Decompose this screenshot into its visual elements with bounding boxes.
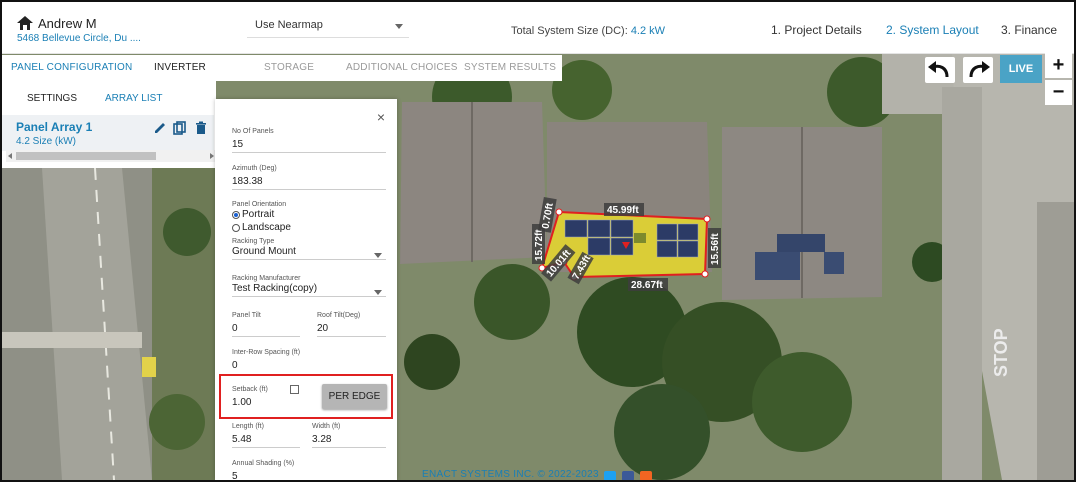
racking-type-select[interactable]: Ground Mount bbox=[232, 246, 386, 260]
undo-button[interactable] bbox=[925, 57, 955, 83]
azimuth-input[interactable]: 183.38 bbox=[232, 176, 386, 190]
step-finance[interactable]: 3. Finance bbox=[1001, 23, 1057, 37]
dim-label-top: 45.99ft bbox=[607, 205, 639, 216]
chevron-down-icon bbox=[395, 24, 403, 29]
tab-inverter[interactable]: INVERTER bbox=[154, 62, 206, 73]
project-address[interactable]: 5468 Bellevue Circle, Du .... bbox=[17, 33, 141, 44]
dim-label-right: 15.56ft bbox=[710, 233, 721, 265]
step-system-layout[interactable]: 2. System Layout bbox=[886, 23, 979, 37]
tab-panel-configuration[interactable]: PANEL CONFIGURATION bbox=[11, 62, 132, 73]
facebook-icon[interactable] bbox=[622, 471, 634, 480]
racking-manufacturer-select[interactable]: Test Racking(copy) bbox=[232, 283, 386, 297]
undo-icon bbox=[928, 61, 949, 78]
rss-icon[interactable] bbox=[640, 471, 652, 480]
length-label: Length (ft) bbox=[232, 423, 264, 430]
landscape-label: Landscape bbox=[242, 222, 291, 233]
subtab-array-list[interactable]: ARRAY LIST bbox=[105, 93, 162, 104]
close-icon[interactable]: × bbox=[377, 109, 385, 125]
setback-highlight-box bbox=[219, 374, 393, 419]
edit-icon[interactable] bbox=[153, 121, 167, 135]
inter-row-spacing-field[interactable]: Inter-Row Spacing (ft) 0 bbox=[232, 349, 386, 373]
panel-tilt-input[interactable]: 0 bbox=[232, 323, 300, 337]
orientation-label: Panel Orientation bbox=[232, 201, 287, 208]
annual-shading-input[interactable]: 5 bbox=[232, 471, 386, 480]
chevron-down-icon bbox=[374, 290, 382, 295]
copy-icon[interactable] bbox=[173, 121, 187, 135]
delete-icon[interactable] bbox=[194, 121, 208, 135]
chevron-down-icon bbox=[374, 253, 382, 258]
width-label: Width (ft) bbox=[312, 423, 341, 430]
step-project-details[interactable]: 1. Project Details bbox=[771, 23, 862, 37]
config-tabs: PANEL CONFIGURATION INVERTER STORAGE ADD… bbox=[2, 55, 562, 81]
scroll-right-icon[interactable] bbox=[210, 153, 214, 159]
racking-manufacturer-field[interactable]: Racking Manufacturer Test Racking(copy) bbox=[232, 275, 386, 297]
panel-tilt-label: Panel Tilt bbox=[232, 312, 261, 319]
system-size: Total System Size (DC): 4.2 kW bbox=[511, 25, 665, 37]
map-source-select[interactable]: Use Nearmap bbox=[247, 14, 409, 38]
array-list-panel: SETTINGS ARRAY LIST Panel Array 1 4.2 Si… bbox=[2, 81, 216, 168]
no-of-panels-input[interactable]: 15 bbox=[232, 139, 386, 153]
width-input[interactable]: 3.28 bbox=[312, 434, 386, 448]
width-field[interactable]: Width (ft) 3.28 bbox=[312, 423, 386, 448]
radio-checked-icon bbox=[232, 210, 240, 219]
footer-copyright: ENACT SYSTEMS INC. © 2022-2023 bbox=[422, 469, 599, 480]
azimuth-field[interactable]: Azimuth (Deg) 183.38 bbox=[232, 165, 386, 190]
user-name: Andrew M bbox=[38, 16, 97, 31]
roof-tilt-input[interactable]: 20 bbox=[317, 323, 386, 337]
annual-shading-field[interactable]: Annual Shading (%) 5 bbox=[232, 460, 386, 480]
tab-additional-choices[interactable]: ADDITIONAL CHOICES bbox=[346, 62, 458, 73]
radio-unchecked-icon bbox=[232, 223, 240, 232]
tab-storage[interactable]: STORAGE bbox=[264, 62, 314, 73]
racking-type-label: Racking Type bbox=[232, 238, 275, 245]
no-of-panels-field[interactable]: No Of Panels 15 bbox=[232, 128, 386, 153]
system-size-value: 4.2 kW bbox=[630, 25, 666, 37]
length-input[interactable]: 5.48 bbox=[232, 434, 300, 448]
app-window: STOP 45.99ft 28.67ft 15.56ft 15.72ft 10.… bbox=[0, 0, 1076, 482]
orientation-field: Panel Orientation Portrait Landscape bbox=[232, 201, 386, 234]
redo-button[interactable] bbox=[963, 57, 993, 83]
tab-system-results[interactable]: SYSTEM RESULTS bbox=[464, 62, 556, 73]
zoom-out-button[interactable]: − bbox=[1045, 80, 1072, 105]
top-header: Andrew M 5468 Bellevue Circle, Du .... U… bbox=[2, 2, 1074, 54]
array-list-item[interactable]: Panel Array 1 4.2 Size (kW) bbox=[2, 115, 214, 151]
array-size: 4.2 Size (kW) bbox=[16, 136, 77, 147]
road-stop-text: STOP bbox=[991, 328, 1011, 377]
live-button[interactable]: LIVE bbox=[1000, 55, 1042, 83]
annual-shading-label: Annual Shading (%) bbox=[232, 460, 295, 467]
length-field[interactable]: Length (ft) 5.48 bbox=[232, 423, 300, 448]
panel-tilt-field[interactable]: Panel Tilt 0 bbox=[232, 312, 300, 337]
inter-row-spacing-input[interactable]: 0 bbox=[232, 360, 386, 373]
dim-label-left: 15.72ft bbox=[534, 229, 545, 261]
racking-manufacturer-label: Racking Manufacturer bbox=[232, 275, 301, 282]
no-of-panels-label: No Of Panels bbox=[232, 128, 274, 135]
horizontal-scrollbar[interactable] bbox=[6, 150, 216, 162]
scroll-left-icon[interactable] bbox=[8, 153, 12, 159]
roof-tilt-label: Roof Tilt(Deg) bbox=[317, 312, 361, 319]
array-title: Panel Array 1 bbox=[16, 120, 93, 134]
azimuth-label: Azimuth (Deg) bbox=[232, 165, 277, 172]
dim-label-bottom: 28.67ft bbox=[631, 280, 663, 291]
home-icon[interactable] bbox=[17, 16, 33, 30]
racking-type-field[interactable]: Racking Type Ground Mount bbox=[232, 238, 386, 260]
panel-config-form: × No Of Panels 15 Azimuth (Deg) 183.38 P… bbox=[215, 99, 397, 480]
zoom-in-button[interactable]: + bbox=[1045, 53, 1072, 78]
orientation-landscape-radio[interactable]: Landscape bbox=[232, 221, 386, 234]
system-size-label: Total System Size (DC): bbox=[511, 25, 628, 37]
roof-tilt-field[interactable]: Roof Tilt(Deg) 20 bbox=[317, 312, 386, 337]
inter-row-spacing-label: Inter-Row Spacing (ft) bbox=[232, 349, 301, 356]
scroll-thumb[interactable] bbox=[16, 152, 156, 160]
portrait-label: Portrait bbox=[242, 209, 275, 220]
orientation-portrait-radio[interactable]: Portrait bbox=[232, 208, 386, 221]
map-source-value: Use Nearmap bbox=[255, 19, 323, 31]
redo-icon bbox=[969, 61, 990, 78]
subtab-settings[interactable]: SETTINGS bbox=[27, 93, 77, 104]
twitter-icon[interactable] bbox=[604, 471, 616, 480]
